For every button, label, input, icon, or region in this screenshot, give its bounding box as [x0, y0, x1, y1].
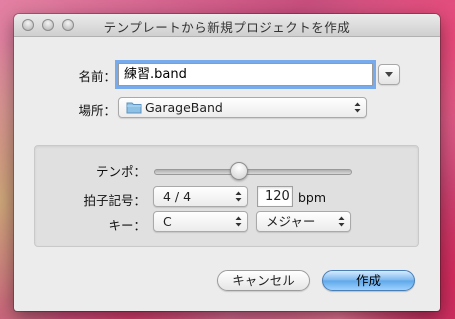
create-button[interactable]: 作成	[322, 270, 415, 291]
location-value: GarageBand	[145, 100, 223, 115]
popup-arrows-icon	[354, 102, 361, 113]
title-bar[interactable]: テンプレートから新規プロジェクトを作成	[14, 14, 440, 37]
new-project-window: テンプレートから新規プロジェクトを作成 名前： 練習.band 場所： Gara…	[14, 14, 440, 311]
tempo-slider-knob[interactable]	[229, 162, 248, 180]
popup-arrows-icon	[235, 216, 242, 227]
tempo-slider-track[interactable]	[154, 169, 352, 175]
folder-icon	[126, 102, 142, 114]
bpm-unit-label: bpm	[298, 190, 327, 205]
tempo-label: テンポ：	[95, 164, 146, 179]
time-signature-popup[interactable]: 4 / 4	[153, 186, 248, 207]
key-value: C	[163, 214, 172, 229]
name-field[interactable]: 練習.band	[118, 63, 373, 86]
window-title: テンプレートから新規プロジェクトを作成	[103, 20, 351, 35]
location-label: 場所：	[78, 103, 116, 118]
cancel-button[interactable]: キャンセル	[217, 270, 310, 291]
key-popup[interactable]: C	[153, 211, 248, 232]
location-popup[interactable]: GarageBand	[118, 97, 367, 118]
popup-arrows-icon	[235, 191, 242, 202]
mode-popup[interactable]: メジャー	[256, 211, 351, 232]
mode-value: メジャー	[266, 214, 316, 229]
time-signature-value: 4 / 4	[163, 189, 192, 204]
time-signature-label: 拍子記号：	[83, 193, 146, 208]
disclosure-triangle-icon	[385, 72, 393, 77]
name-label: 名前：	[78, 69, 116, 84]
bpm-field[interactable]: 120	[257, 186, 293, 207]
popup-arrows-icon	[338, 216, 345, 227]
disclosure-button[interactable]	[378, 64, 400, 85]
key-label: キー：	[108, 218, 146, 233]
